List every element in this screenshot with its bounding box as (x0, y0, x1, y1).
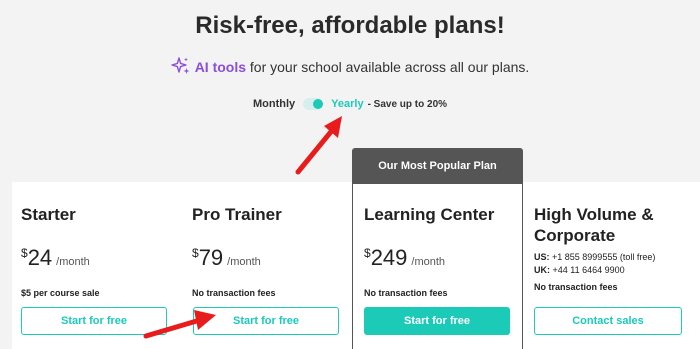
plan-note: $5 per course sale (21, 288, 100, 298)
price-period: /month (56, 256, 90, 268)
plan-name-line1: High Volume & (534, 205, 654, 224)
uk-phone[interactable]: +44 11 6464 9900 (553, 265, 625, 275)
plan-price: $24/month (21, 241, 181, 274)
toggle-knob (313, 99, 324, 109)
popular-plan-badge: Our Most Popular Plan (352, 148, 523, 184)
billing-toggle-group: Monthly Yearly - Save up to 20% (0, 98, 700, 110)
price-amount: 24 (27, 245, 53, 270)
plan-name: Starter (21, 205, 76, 224)
contact-sales-button[interactable]: Contact sales (534, 307, 682, 335)
subtitle-text: for your school available across all our… (249, 59, 530, 75)
page-title: Risk-free, affordable plans! (195, 12, 505, 39)
plan-note: No transaction fees (534, 282, 618, 292)
save-note: - Save up to 20% (367, 98, 448, 110)
billing-period-toggle[interactable] (303, 98, 324, 110)
plan-name: Learning Center (364, 205, 495, 224)
ai-tools-subtitle: AI tools for your school available acros… (0, 56, 700, 79)
plan-price: $79/month (192, 241, 352, 274)
annotation-arrow-button (143, 310, 216, 339)
price-amount: 79 (198, 245, 224, 270)
plan-card-learning-center: Learning Center $249/month No transactio… (364, 182, 524, 298)
yearly-label[interactable]: Yearly (331, 98, 363, 110)
ai-tools-link[interactable]: AI tools (195, 59, 246, 75)
plan-note: No transaction fees (192, 288, 276, 298)
us-phone[interactable]: +1 855 8999555 (toll free) (552, 252, 655, 262)
us-phone-line: US: +1 855 8999555 (toll free) (534, 251, 694, 264)
currency-symbol: $ (192, 246, 199, 260)
uk-label: UK: (534, 265, 550, 275)
us-label: US: (534, 252, 550, 262)
uk-phone-line: UK: +44 11 6464 9900 (534, 264, 694, 277)
monthly-label[interactable]: Monthly (253, 98, 295, 110)
plan-name: High Volume & Corporate (534, 204, 694, 246)
price-period: /month (227, 256, 261, 268)
price-amount: 249 (370, 245, 408, 270)
plan-name-line2: Corporate (534, 226, 616, 245)
plan-card-corporate: High Volume & Corporate US: +1 855 89995… (534, 182, 694, 292)
learning-center-start-button[interactable]: Start for free (364, 307, 510, 335)
annotation-arrow-toggle (295, 116, 342, 175)
plan-card-pro-trainer: Pro Trainer $79/month No transaction fee… (192, 182, 352, 298)
sparkle-icon (170, 56, 191, 79)
price-period: /month (411, 256, 446, 268)
plan-card-starter: Starter $24/month $5 per course sale (21, 182, 181, 298)
currency-symbol: $ (364, 246, 371, 260)
plan-price: $249/month (364, 241, 524, 274)
currency-symbol: $ (21, 246, 28, 260)
plan-note: No transaction fees (364, 288, 448, 298)
plan-name: Pro Trainer (192, 205, 282, 224)
contact-phones: US: +1 855 8999555 (toll free) UK: +44 1… (534, 251, 694, 277)
